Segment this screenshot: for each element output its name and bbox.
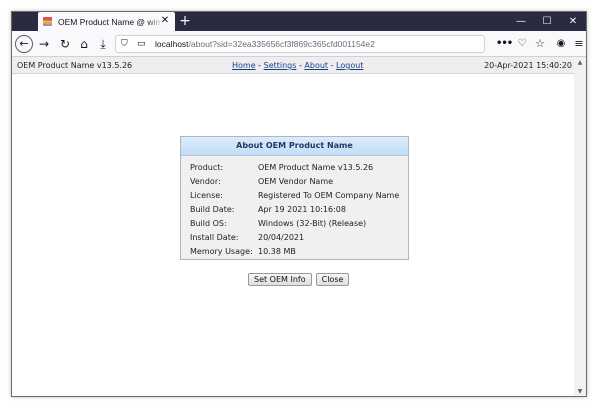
- info-value: 20/04/2021: [258, 232, 305, 242]
- scroll-down-icon[interactable]: ▼: [574, 386, 586, 396]
- tab-title: OEM Product Name @ win10: [58, 16, 163, 27]
- new-tab-icon[interactable]: +: [177, 13, 193, 29]
- url-host: localhost: [155, 39, 189, 49]
- forward-arrow-icon[interactable]: →: [35, 35, 53, 53]
- info-value: OEM Product Name v13.5.26: [258, 162, 374, 172]
- shield-icon[interactable]: ⛉: [121, 39, 133, 49]
- star-icon[interactable]: ☆: [532, 35, 548, 53]
- vertical-scrollbar[interactable]: ▲ ▼: [574, 57, 586, 396]
- minimize-icon[interactable]: —: [508, 12, 534, 31]
- home-icon[interactable]: ⌂: [75, 35, 93, 53]
- app-nav: Home - Settings - About - Logout: [232, 61, 363, 70]
- info-label: Build Date:: [190, 204, 235, 214]
- maximize-icon[interactable]: ☐: [534, 12, 560, 31]
- url-bar[interactable]: ⛉ ▭ localhost/about?sid=32ea335656cf3f86…: [115, 35, 485, 53]
- pocket-icon[interactable]: ♡: [514, 35, 530, 53]
- nav-separator: -: [255, 61, 264, 70]
- nav-link-about[interactable]: About: [304, 61, 328, 70]
- window-close-icon[interactable]: ✕: [560, 12, 586, 31]
- browser-window: OEM Product Name @ win10 ✕ + — ☐ ✕ ← → ↻…: [11, 11, 587, 397]
- info-value: Windows (32-Bit) (Release): [258, 218, 367, 228]
- favicon-icon: [43, 17, 52, 26]
- table-row: Product: OEM Product Name v13.5.26: [190, 160, 399, 174]
- info-label: Memory Usage:: [190, 246, 253, 256]
- action-buttons: Set OEM Info Close: [248, 273, 350, 286]
- page-icon[interactable]: ▭: [137, 39, 149, 49]
- url-path: /about?sid=32ea335656cf3f869c365cfd00115…: [188, 39, 375, 49]
- reload-icon[interactable]: ↻: [56, 35, 74, 53]
- about-panel-title: About OEM Product Name: [181, 137, 408, 156]
- set-oem-info-button[interactable]: Set OEM Info: [248, 273, 312, 286]
- browser-tab[interactable]: OEM Product Name @ win10 ✕: [38, 12, 175, 31]
- info-label: Product:: [190, 162, 224, 172]
- info-label: Vendor:: [190, 176, 221, 186]
- nav-link-home[interactable]: Home: [232, 61, 256, 70]
- nav-separator: -: [328, 61, 337, 70]
- info-value: OEM Vendor Name: [258, 176, 334, 186]
- account-icon[interactable]: ◉: [553, 35, 569, 53]
- url-text[interactable]: localhost/about?sid=32ea335656cf3f869c36…: [155, 39, 375, 49]
- table-row: Build Date: Apr 19 2021 10:16:08: [190, 202, 399, 216]
- more-dots-icon[interactable]: •••: [496, 35, 513, 53]
- tab-close-icon[interactable]: ✕: [159, 15, 171, 27]
- info-label: Build OS:: [190, 218, 227, 228]
- nav-link-logout[interactable]: Logout: [336, 61, 363, 70]
- info-label: Install Date:: [190, 232, 239, 242]
- download-icon[interactable]: ⤓: [94, 35, 112, 53]
- table-row: Install Date: 20/04/2021: [190, 230, 399, 244]
- app-header: OEM Product Name v13.5.26 Home - Setting…: [12, 57, 576, 74]
- hamburger-menu-icon[interactable]: ≡: [571, 35, 586, 53]
- table-row: Vendor: OEM Vendor Name: [190, 174, 399, 188]
- header-datetime: 20-Apr-2021 15:40:20: [484, 61, 572, 70]
- about-panel: About OEM Product Name Product: OEM Produ…: [180, 136, 409, 260]
- nav-link-settings[interactable]: Settings: [264, 61, 297, 70]
- back-arrow-icon[interactable]: ←: [15, 35, 33, 53]
- close-button[interactable]: Close: [315, 273, 350, 286]
- table-row: Memory Usage: 10.38 MB: [190, 244, 399, 258]
- tab-bar: OEM Product Name @ win10 ✕ + — ☐ ✕: [12, 12, 586, 31]
- about-info-table: Product: OEM Product Name v13.5.26 Vendor…: [190, 160, 399, 258]
- product-version: OEM Product Name v13.5.26: [17, 61, 133, 70]
- info-value: 10.38 MB: [258, 246, 296, 256]
- table-row: License: Registered To OEM Company Name: [190, 188, 399, 202]
- table-row: Build OS: Windows (32-Bit) (Release): [190, 216, 399, 230]
- scroll-up-icon[interactable]: ▲: [574, 57, 586, 69]
- nav-bar: ← → ↻ ⌂ ⤓ ⛉ ▭ localhost/about?sid=32ea33…: [12, 31, 586, 57]
- info-label: License:: [190, 190, 223, 200]
- info-value: Apr 19 2021 10:16:08: [258, 204, 346, 214]
- info-value: Registered To OEM Company Name: [258, 190, 400, 200]
